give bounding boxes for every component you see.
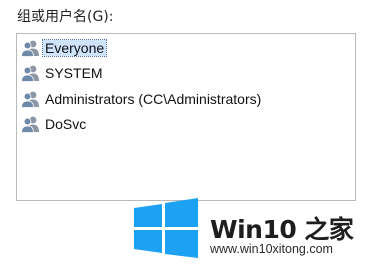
watermark-title: Win10 之家 bbox=[210, 215, 354, 244]
list-item-label: DoSvc bbox=[45, 116, 87, 132]
user-group-icon bbox=[21, 40, 39, 57]
group-or-user-names-label: 组或用户名(G): bbox=[17, 9, 114, 25]
user-group-icon bbox=[21, 65, 39, 82]
user-group-icon bbox=[21, 116, 39, 133]
user-group-icon bbox=[21, 91, 39, 108]
list-item-system[interactable]: SYSTEM bbox=[20, 62, 105, 84]
watermark-url: www.win10xitong.com bbox=[210, 242, 333, 256]
list-item-administrators[interactable]: Administrators (CC\Administrators) bbox=[20, 88, 263, 110]
list-item-everyone[interactable]: Everyone bbox=[20, 37, 108, 59]
list-item-label: Administrators (CC\Administrators) bbox=[45, 91, 262, 107]
windows-logo-icon bbox=[134, 198, 198, 258]
win10-watermark: Win10 之家 www.win10xitong.com bbox=[130, 198, 360, 268]
list-item-label: SYSTEM bbox=[45, 65, 103, 81]
list-item-label: Everyone bbox=[41, 39, 108, 57]
user-group-listbox[interactable]: Everyone SYSTEM Administrators (CC\Admin… bbox=[16, 33, 356, 201]
list-item-dosvc[interactable]: DoSvc bbox=[20, 113, 88, 135]
